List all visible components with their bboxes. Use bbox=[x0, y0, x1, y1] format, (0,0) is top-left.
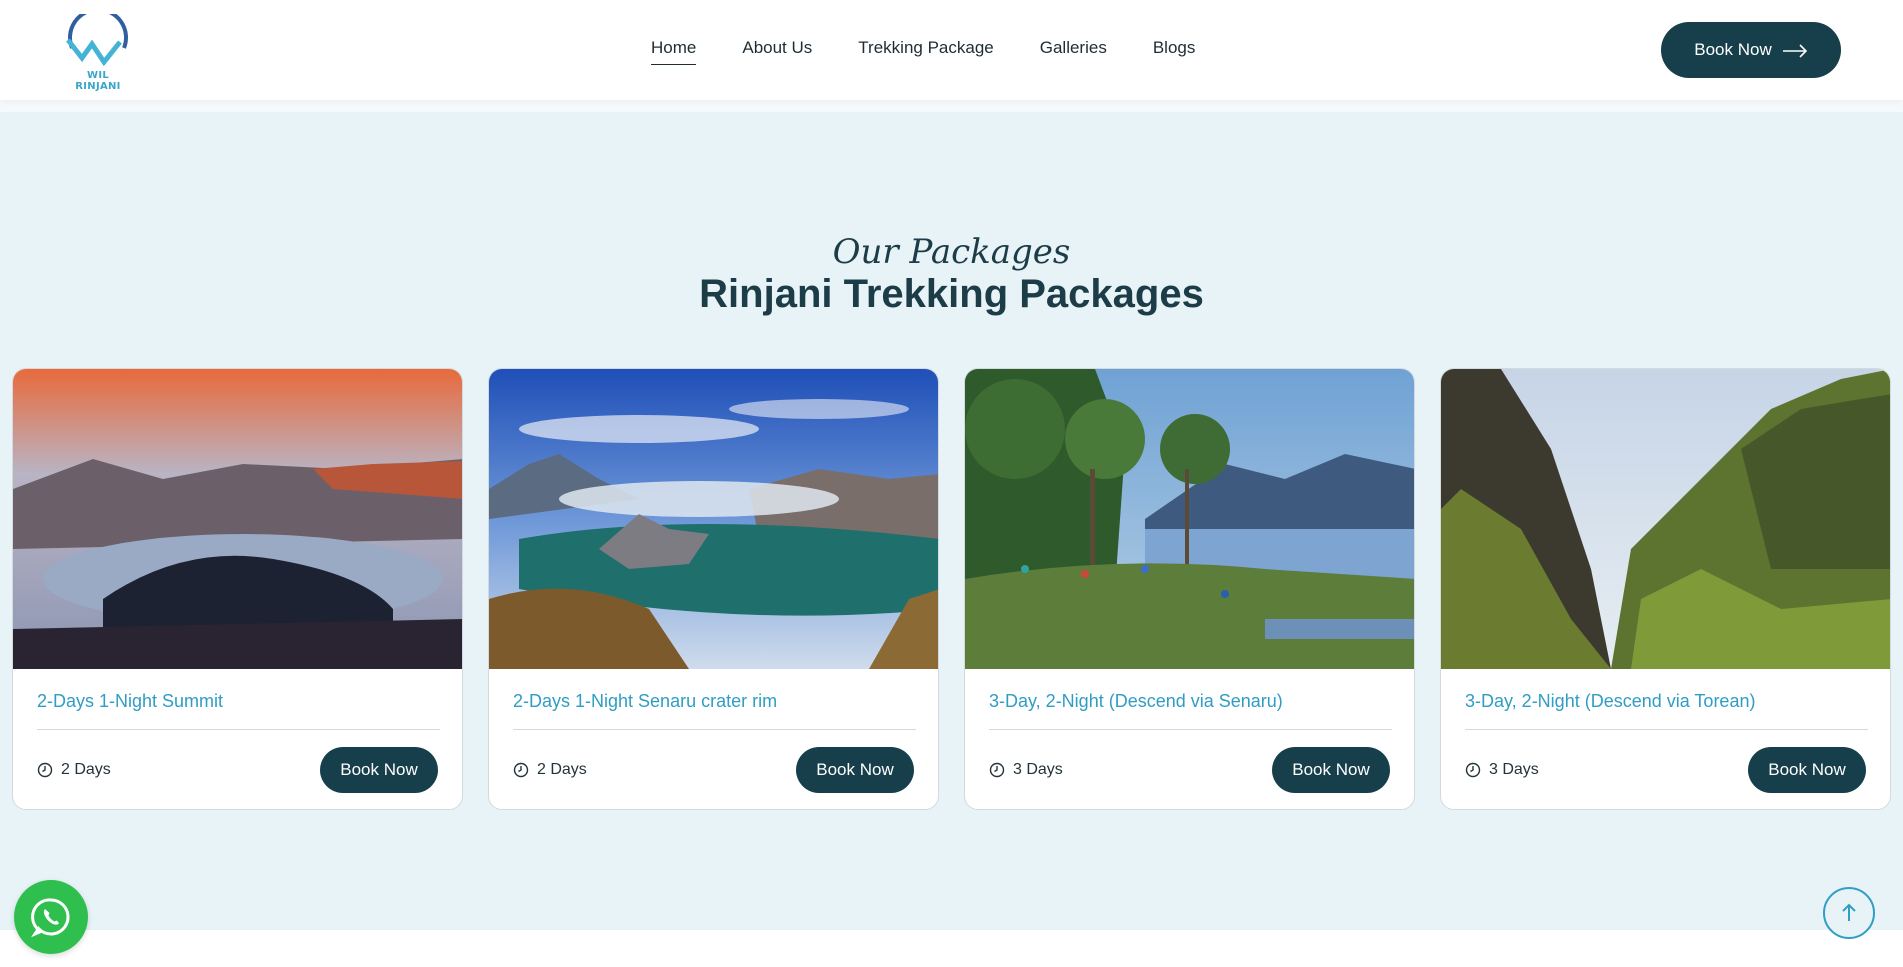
book-now-button[interactable]: Book Now bbox=[796, 747, 914, 793]
book-now-button[interactable]: Book Now bbox=[1748, 747, 1866, 793]
card-divider bbox=[37, 729, 440, 730]
package-duration: 3 Days bbox=[989, 761, 1063, 779]
nav-galleries[interactable]: Galleries bbox=[1040, 38, 1107, 65]
package-image-green-valley[interactable] bbox=[1441, 369, 1890, 669]
header-book-now-button[interactable]: Book Now bbox=[1661, 22, 1841, 78]
arrow-up-icon bbox=[1842, 903, 1856, 921]
header-book-now-label: Book Now bbox=[1694, 40, 1772, 59]
package-title[interactable]: 2-Days 1-Night Senaru crater rim bbox=[513, 691, 777, 712]
duration-label: 3 Days bbox=[1013, 761, 1063, 778]
arrow-right-icon bbox=[1782, 43, 1808, 58]
package-cards: 2-Days 1-Night Summit 2 Days Book Now 2-… bbox=[12, 368, 1892, 810]
duration-label: 2 Days bbox=[61, 761, 111, 778]
logo-text: WIL RINJANI bbox=[75, 70, 121, 92]
package-title[interactable]: 2-Days 1-Night Summit bbox=[37, 691, 223, 712]
package-card[interactable]: 2-Days 1-Night Summit 2 Days Book Now bbox=[12, 368, 463, 810]
package-duration: 2 Days bbox=[513, 761, 587, 779]
card-divider bbox=[513, 729, 916, 730]
logo[interactable]: WIL RINJANI bbox=[64, 14, 132, 92]
main-nav: Home About Us Trekking Package Galleries… bbox=[651, 38, 1241, 65]
card-divider bbox=[989, 729, 1392, 730]
packages-section: Our Packages Rinjani Trekking Packages 2… bbox=[0, 112, 1903, 930]
clock-icon bbox=[37, 762, 53, 778]
logo-mountain-icon bbox=[66, 14, 128, 67]
nav-trekking-package[interactable]: Trekking Package bbox=[858, 38, 993, 65]
whatsapp-icon bbox=[31, 898, 70, 938]
package-image-crater-sunset[interactable] bbox=[13, 369, 462, 669]
header-shadow-band bbox=[0, 100, 1903, 112]
book-now-button[interactable]: Book Now bbox=[1272, 747, 1390, 793]
site-header: WIL RINJANI Home About Us Trekking Packa… bbox=[0, 0, 1903, 100]
section-title: Rinjani Trekking Packages bbox=[699, 272, 1204, 316]
book-now-button[interactable]: Book Now bbox=[320, 747, 438, 793]
whatsapp-button[interactable] bbox=[14, 880, 88, 954]
package-title[interactable]: 3-Day, 2-Night (Descend via Senaru) bbox=[989, 691, 1283, 712]
section-subtitle: Our Packages bbox=[832, 232, 1071, 272]
duration-label: 3 Days bbox=[1489, 761, 1539, 778]
nav-about-us[interactable]: About Us bbox=[742, 38, 812, 65]
package-card[interactable]: 2-Days 1-Night Senaru crater rim 2 Days … bbox=[488, 368, 939, 810]
package-title[interactable]: 3-Day, 2-Night (Descend via Torean) bbox=[1465, 691, 1755, 712]
package-duration: 2 Days bbox=[37, 761, 111, 779]
package-duration: 3 Days bbox=[1465, 761, 1539, 779]
nav-home[interactable]: Home bbox=[651, 38, 697, 65]
package-card[interactable]: 3-Day, 2-Night (Descend via Senaru) 3 Da… bbox=[964, 368, 1415, 810]
clock-icon bbox=[513, 762, 529, 778]
nav-blogs[interactable]: Blogs bbox=[1153, 38, 1196, 65]
clock-icon bbox=[989, 762, 1005, 778]
package-image-lake-view[interactable] bbox=[489, 369, 938, 669]
package-card[interactable]: 3-Day, 2-Night (Descend via Torean) 3 Da… bbox=[1440, 368, 1891, 810]
duration-label: 2 Days bbox=[537, 761, 587, 778]
clock-icon bbox=[1465, 762, 1481, 778]
scroll-to-top-button[interactable] bbox=[1823, 887, 1875, 939]
card-divider bbox=[1465, 729, 1868, 730]
package-image-lakeside-camp[interactable] bbox=[965, 369, 1414, 669]
